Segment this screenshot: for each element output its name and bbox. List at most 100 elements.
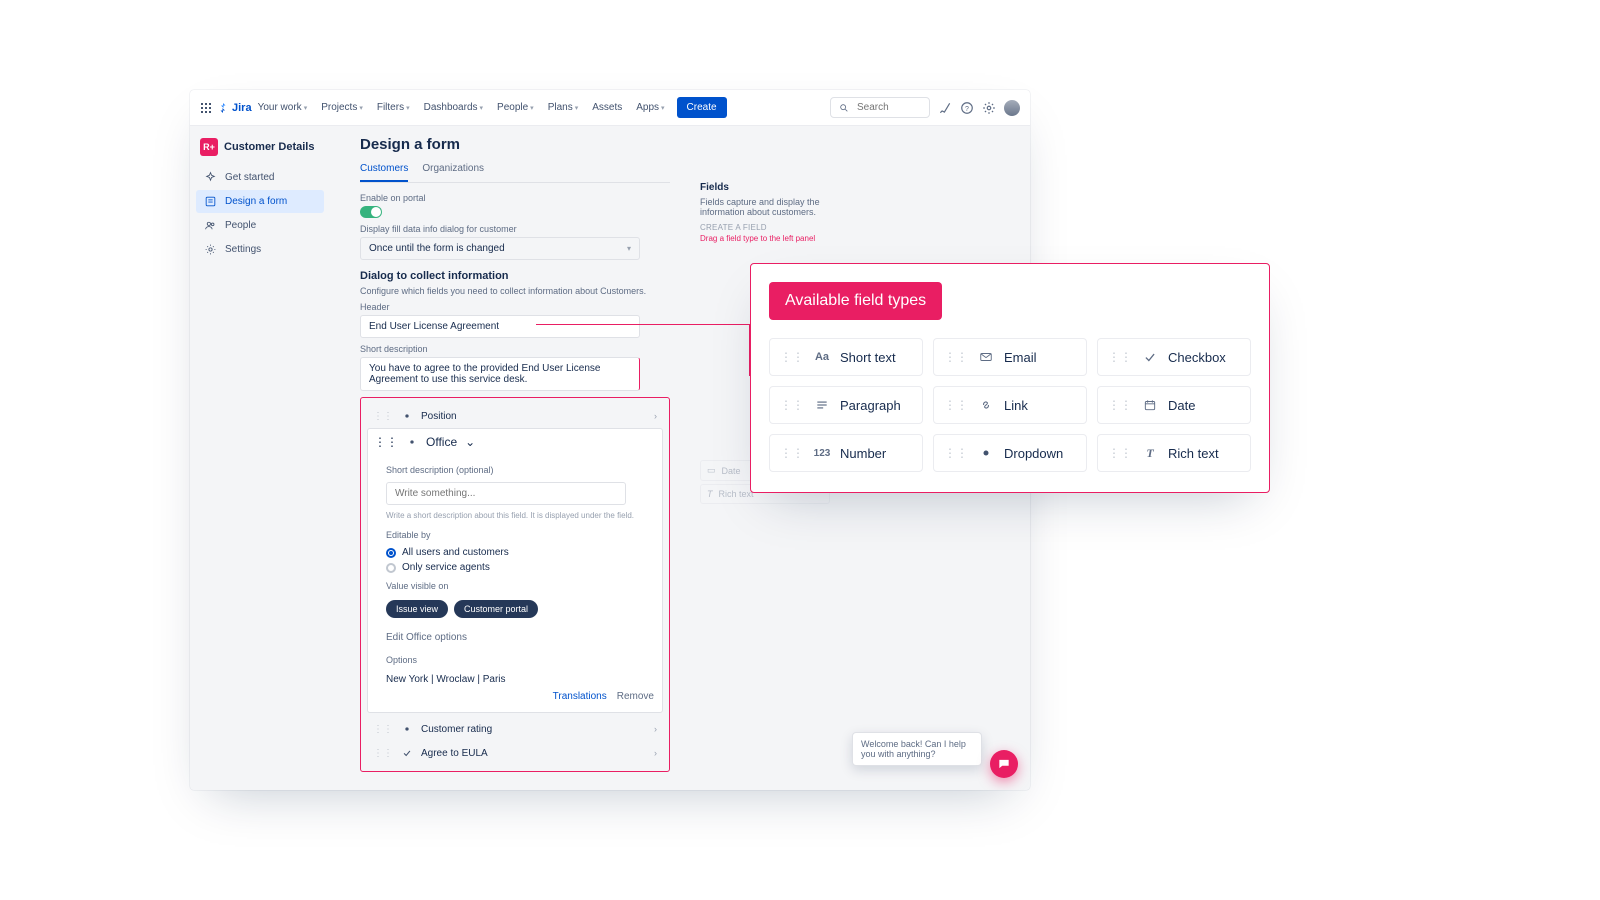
date-icon	[1142, 397, 1158, 413]
edit-options-link[interactable]: Edit Office options	[386, 632, 654, 643]
pill-customer-portal[interactable]: Customer portal	[454, 600, 538, 618]
drag-handle-icon[interactable]: ⋮⋮	[373, 411, 393, 422]
field-type-rich-text[interactable]: ⋮⋮TRich text	[1097, 434, 1251, 472]
nav-items: Your work Projects Filters Dashboards Pe…	[252, 98, 671, 117]
field-type-label: Checkbox	[1168, 350, 1226, 365]
sd-input[interactable]	[386, 482, 626, 505]
settings-icon[interactable]	[982, 101, 996, 115]
options-label: Options	[386, 655, 654, 665]
drag-handle-icon[interactable]: ⋮⋮	[780, 350, 804, 364]
drag-handle-icon[interactable]: ⋮⋮	[944, 350, 968, 364]
checkbox-icon	[1142, 349, 1158, 365]
field-type-email[interactable]: ⋮⋮Email	[933, 338, 1087, 376]
tab-customers[interactable]: Customers	[360, 163, 408, 182]
avatar[interactable]	[1004, 100, 1020, 116]
form-field-eula[interactable]: ⋮⋮ Agree to EULA ›	[367, 741, 663, 765]
form-field-office-header[interactable]: ⋮⋮ Office ⌄	[368, 429, 662, 455]
sidebar-item-people[interactable]: People	[196, 214, 324, 237]
drag-handle-icon[interactable]: ⋮⋮	[1108, 350, 1132, 364]
field-type-date[interactable]: ⋮⋮Date	[1097, 386, 1251, 424]
form-fields-box: ⋮⋮ Position › ⋮⋮ Office ⌄	[360, 397, 670, 772]
remove-link[interactable]: Remove	[617, 691, 654, 702]
editable-label: Editable by	[386, 530, 654, 540]
drag-handle-icon[interactable]: ⋮⋮	[1108, 398, 1132, 412]
dropdown-icon	[401, 410, 413, 422]
form-icon	[204, 195, 217, 208]
sidebar: R+ Customer Details Get started Design a…	[190, 126, 330, 790]
app-switcher-icon[interactable]	[200, 102, 211, 113]
chat-button[interactable]	[990, 750, 1018, 778]
drag-handle-icon[interactable]: ⋮⋮	[1108, 446, 1132, 460]
field-label: Position	[421, 411, 457, 422]
nav-projects[interactable]: Projects	[315, 98, 369, 117]
sidebar-item-design-form[interactable]: Design a form	[196, 190, 324, 213]
nav-apps[interactable]: Apps	[630, 98, 670, 117]
nav-your-work[interactable]: Your work	[252, 98, 314, 117]
jira-logo[interactable]: Jira	[217, 102, 252, 114]
field-type-short-text[interactable]: ⋮⋮AaShort text	[769, 338, 923, 376]
nav-assets[interactable]: Assets	[586, 98, 628, 117]
field-types-callout: Available field types ⋮⋮AaShort text⋮⋮Em…	[750, 263, 1270, 493]
field-type-number[interactable]: ⋮⋮123Number	[769, 434, 923, 472]
chat-icon	[997, 757, 1011, 771]
chat-tooltip: Welcome back! Can I help you with anythi…	[852, 732, 982, 766]
workspace-header[interactable]: R+ Customer Details	[196, 134, 324, 166]
radio-label: Only service agents	[402, 562, 490, 573]
field-type-label: Rich text	[1168, 446, 1219, 461]
field-type-dropdown[interactable]: ⋮⋮ Dropdown	[933, 434, 1087, 472]
translations-link[interactable]: Translations	[553, 691, 607, 702]
search-input[interactable]	[855, 101, 915, 114]
drag-handle-icon[interactable]: ⋮⋮	[373, 724, 393, 735]
options-value: New York | Wroclaw | Paris	[386, 674, 654, 685]
field-type-checkbox[interactable]: ⋮⋮ Checkbox	[1097, 338, 1251, 376]
create-button[interactable]: Create	[677, 97, 727, 118]
sidebar-item-label: Get started	[225, 172, 274, 183]
nav-dashboards[interactable]: Dashboards	[418, 98, 489, 117]
people-icon	[204, 219, 217, 232]
gear-icon	[204, 243, 217, 256]
nav-plans[interactable]: Plans	[542, 98, 585, 117]
drag-handle-icon[interactable]: ⋮⋮	[374, 435, 398, 449]
drag-handle-icon[interactable]: ⋮⋮	[373, 748, 393, 759]
pill-issue-view[interactable]: Issue view	[386, 600, 448, 618]
workspace-icon: R+	[200, 138, 218, 156]
enable-toggle[interactable]	[360, 206, 382, 218]
drag-handle-icon[interactable]: ⋮⋮	[780, 398, 804, 412]
chevron-down-icon: ⌄	[465, 435, 475, 449]
form-field-office: ⋮⋮ Office ⌄ Short description (optional)…	[367, 428, 663, 713]
field-type-link[interactable]: ⋮⋮ Link	[933, 386, 1087, 424]
drag-handle-icon[interactable]: ⋮⋮	[944, 398, 968, 412]
search-box[interactable]	[830, 97, 930, 118]
display-select-value: Once until the form is changed	[369, 243, 505, 254]
sidebar-item-settings[interactable]: Settings	[196, 238, 324, 261]
paragraph-icon	[814, 397, 830, 413]
field-type-paragraph[interactable]: ⋮⋮Paragraph	[769, 386, 923, 424]
field-type-label: Dropdown	[1004, 446, 1063, 461]
fields-hint: Drag a field type to the left panel	[700, 234, 830, 243]
tab-organizations[interactable]: Organizations	[422, 163, 484, 182]
editable-radio-agents[interactable]: Only service agents	[386, 562, 654, 573]
number-icon: 123	[814, 445, 830, 461]
form-field-position[interactable]: ⋮⋮ Position ›	[367, 404, 663, 428]
tabs: Customers Organizations	[360, 163, 670, 183]
email-icon	[978, 349, 994, 365]
field-type-label: Link	[1004, 398, 1028, 413]
sidebar-item-get-started[interactable]: Get started	[196, 166, 324, 189]
nav-filters[interactable]: Filters	[371, 98, 416, 117]
editable-radio-all[interactable]: All users and customers	[386, 547, 654, 558]
header-label: Header	[360, 302, 670, 312]
nav-people[interactable]: People	[491, 98, 540, 117]
display-select[interactable]: Once until the form is changed	[360, 237, 640, 260]
checkbox-icon	[401, 747, 413, 759]
form-field-rating[interactable]: ⋮⋮ Customer rating ›	[367, 717, 663, 741]
notifications-icon[interactable]	[938, 101, 952, 115]
visible-label: Value visible on	[386, 581, 654, 591]
help-icon[interactable]: ?	[960, 101, 974, 115]
drag-handle-icon[interactable]: ⋮⋮	[944, 446, 968, 460]
brand-text: Jira	[232, 102, 252, 114]
chevron-right-icon: ›	[654, 411, 657, 421]
drag-handle-icon[interactable]: ⋮⋮	[780, 446, 804, 460]
enable-label: Enable on portal	[360, 193, 670, 203]
dropdown-icon	[978, 445, 994, 461]
sparkle-icon	[204, 171, 217, 184]
